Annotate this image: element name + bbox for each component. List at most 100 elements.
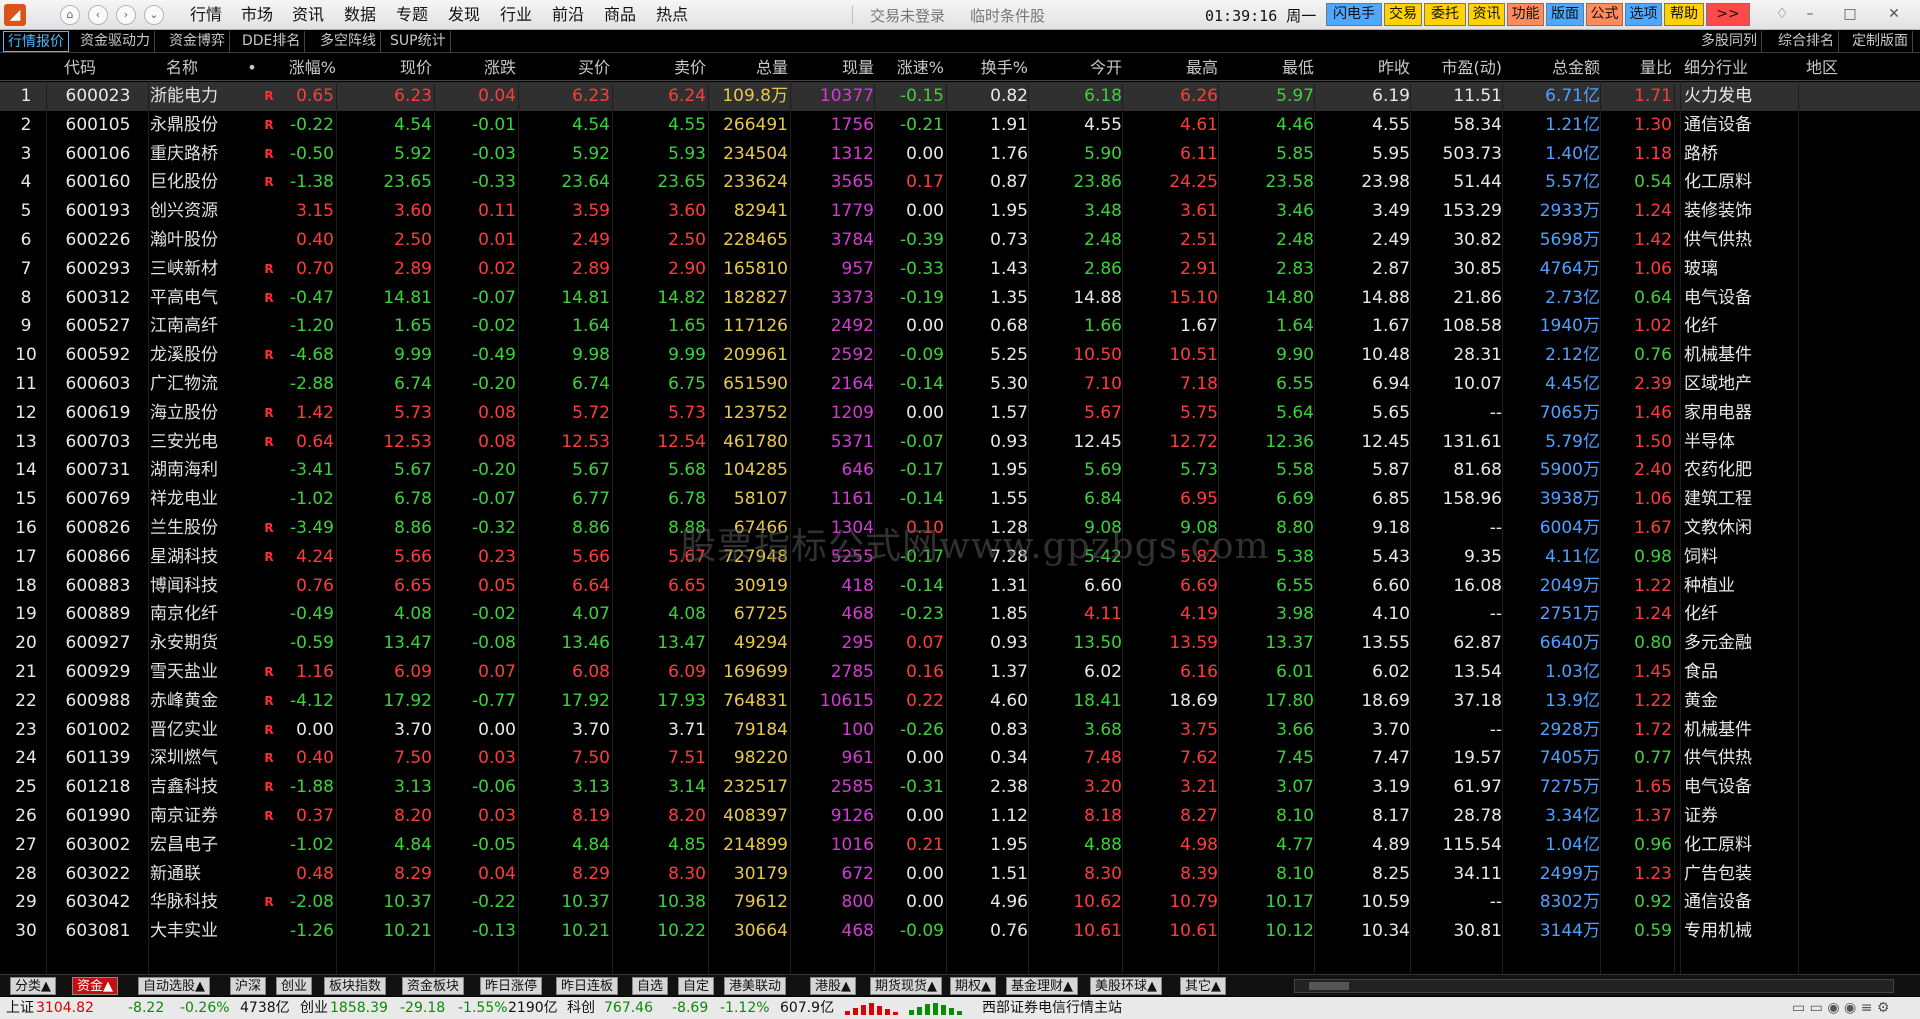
column-header-14[interactable]: 最高 (1124, 54, 1218, 81)
table-row[interactable]: 26 601990 南京证券 R 0.37 8.20 0.03 8.19 8.20 408397 9… (0, 802, 1920, 831)
bottom-tab-11[interactable]: 港美联动 (724, 977, 787, 995)
tab-2[interactable]: 资金博弈 (165, 31, 230, 52)
column-header-19[interactable]: 量比 (1602, 54, 1672, 81)
table-row[interactable]: 13 600703 三安光电 R 0.64 12.53 0.08 12.53 12.54 4617… (0, 428, 1920, 457)
menu-item-2[interactable]: 资讯 (292, 4, 324, 26)
bottom-tab-5[interactable]: 板块指数 (324, 977, 387, 995)
quick-button-7[interactable]: 选项 (1625, 3, 1662, 26)
bottom-tab-7[interactable]: 昨日涨停 (480, 977, 543, 995)
quick-button-9[interactable]: >> (1706, 3, 1750, 26)
menu-item-6[interactable]: 行业 (500, 4, 532, 26)
menu-item-8[interactable]: 商品 (604, 4, 636, 26)
tab-5[interactable]: SUP统计 (386, 31, 451, 52)
kc-index-label[interactable]: 科创 (567, 999, 595, 1017)
column-header-18[interactable]: 总金额 (1504, 54, 1600, 81)
minimize-icon[interactable]: – (1800, 4, 1820, 24)
home-icon[interactable]: ⌂ (60, 5, 80, 25)
table-row[interactable]: 19 600889 南京化纤 -0.49 4.08 -0.02 4.07 4.08 67725 4… (0, 600, 1920, 629)
quick-button-8[interactable]: 帮助 (1664, 3, 1704, 26)
table-row[interactable]: 12 600619 海立股份 R 1.42 5.73 0.08 5.72 5.73 123752 1… (0, 399, 1920, 428)
column-header-8[interactable]: 卖价 (614, 54, 706, 81)
maximize-icon[interactable]: □ (1840, 4, 1860, 24)
dropdown-icon[interactable]: ⌄ (144, 5, 164, 25)
table-row[interactable]: 27 603002 宏昌电子 -1.02 4.84 -0.05 4.84 4.85 214899… (0, 831, 1920, 860)
server-name[interactable]: 西部证券电信行情主站 (982, 999, 1122, 1017)
scrollbar-thumb[interactable] (1309, 982, 1349, 990)
column-header-5[interactable]: 现价 (338, 54, 432, 81)
table-row[interactable]: 22 600988 赤峰黄金 R -4.12 17.92 -0.77 17.92 17.93 76… (0, 687, 1920, 716)
back-icon[interactable]: ‹ (88, 5, 108, 25)
table-row[interactable]: 25 601218 吉鑫科技 R -1.88 3.13 -0.06 3.13 3.14 23251… (0, 773, 1920, 802)
bottom-tab-12[interactable]: 港股▲ (810, 977, 856, 995)
table-row[interactable]: 14 600731 湖南海利 -3.41 5.67 -0.20 5.67 5.68 104285… (0, 456, 1920, 485)
table-row[interactable]: 4 600160 巨化股份 R -1.38 23.65 -0.33 23.64 23.65 233… (0, 168, 1920, 197)
menu-item-9[interactable]: 热点 (656, 4, 688, 26)
right-tab-1[interactable]: 综合排名 (1774, 31, 1839, 52)
skin-icon[interactable]: ♢ (1772, 4, 1792, 24)
menu-item-5[interactable]: 发现 (448, 4, 480, 26)
column-header-10[interactable]: 现量 (790, 54, 874, 81)
column-header-17[interactable]: 市盈(动) (1412, 54, 1503, 81)
table-row[interactable]: 8 600312 平高电气 R -0.47 14.81 -0.07 14.81 14.82 182… (0, 284, 1920, 313)
tab-4[interactable]: 多空阵线 (316, 31, 381, 52)
menu-item-1[interactable]: 市场 (241, 4, 273, 26)
menu-item-0[interactable]: 行情 (190, 4, 222, 26)
menu-item-3[interactable]: 数据 (344, 4, 376, 26)
right-tab-0[interactable]: 多股同列 (1697, 31, 1762, 52)
cy-index-label[interactable]: 创业 (300, 999, 328, 1017)
table-row[interactable]: 21 600929 雪天盐业 R 1.16 6.09 0.07 6.08 6.09 169699 2… (0, 658, 1920, 687)
tab-1[interactable]: 资金驱动力 (76, 31, 155, 52)
quick-button-4[interactable]: 功能 (1507, 3, 1544, 26)
column-header-2[interactable]: 名称 (166, 54, 246, 81)
quick-button-0[interactable]: 闪电手 (1326, 3, 1382, 26)
close-icon[interactable]: ✕ (1884, 4, 1904, 24)
column-header-7[interactable]: 买价 (520, 54, 610, 81)
bottom-tab-14[interactable]: 期权▲ (950, 977, 996, 995)
column-header-21[interactable]: 地区 (1806, 54, 1886, 81)
table-row[interactable]: 9 600527 江南高纤 -1.20 1.65 -0.02 1.64 1.65 117126 2… (0, 312, 1920, 341)
column-header-16[interactable]: 昨收 (1316, 54, 1410, 81)
column-header-20[interactable]: 细分行业 (1684, 54, 1794, 81)
quick-button-6[interactable]: 公式 (1586, 3, 1623, 26)
table-row[interactable]: 10 600592 龙溪股份 R -4.68 9.99 -0.49 9.98 9.99 20996… (0, 341, 1920, 370)
bottom-tab-16[interactable]: 美股环球▲ (1090, 977, 1162, 995)
table-row[interactable]: 11 600603 广汇物流 -2.88 6.74 -0.20 6.74 6.75 651590… (0, 370, 1920, 399)
bottom-tab-6[interactable]: 资金板块 (402, 977, 465, 995)
table-row[interactable]: 18 600883 博闻科技 0.76 6.65 0.05 6.64 6.65 30919 418… (0, 572, 1920, 601)
column-header-6[interactable]: 涨跌 (436, 54, 516, 81)
table-row[interactable]: 1 600023 浙能电力 R 0.65 6.23 0.04 6.23 6.24 109.8万 10… (0, 82, 1920, 111)
bottom-tab-8[interactable]: 昨日连板 (556, 977, 619, 995)
bottom-tab-3[interactable]: 沪深 (230, 977, 267, 995)
quick-button-2[interactable]: 委托 (1424, 3, 1466, 26)
table-row[interactable]: 23 601002 晋亿实业 R 0.00 3.70 0.00 3.70 3.71 79184 10… (0, 716, 1920, 745)
quick-button-3[interactable]: 资讯 (1468, 3, 1505, 26)
table-row[interactable]: 6 600226 瀚叶股份 0.40 2.50 0.01 2.49 2.50 228465 378… (0, 226, 1920, 255)
table-row[interactable]: 7 600293 三峡新材 R 0.70 2.89 0.02 2.89 2.90 165810 95… (0, 255, 1920, 284)
forward-icon[interactable]: › (116, 5, 136, 25)
menu-item-7[interactable]: 前沿 (552, 4, 584, 26)
column-header-4[interactable]: 涨幅% (276, 54, 336, 81)
status-icons[interactable]: ▭ ▭ ◉ ◉ ≡ ⚙ (1792, 999, 1889, 1017)
table-row[interactable]: 15 600769 祥龙电业 -1.02 6.78 -0.07 6.77 6.78 58107 1… (0, 485, 1920, 514)
table-row[interactable]: 5 600193 创兴资源 3.15 3.60 0.11 3.59 3.60 82941 1779… (0, 197, 1920, 226)
column-header-1[interactable]: 代码 (64, 54, 124, 81)
column-header-3[interactable]: • (244, 54, 260, 81)
bottom-tab-9[interactable]: 自选 (632, 977, 669, 995)
bottom-tab-10[interactable]: 自定 (678, 977, 715, 995)
menu-item-4[interactable]: 专题 (396, 4, 428, 26)
horizontal-scrollbar[interactable] (1294, 979, 1894, 993)
bottom-tab-17[interactable]: 其它▲ (1180, 977, 1226, 995)
column-header-12[interactable]: 换手% (946, 54, 1028, 81)
right-tab-2[interactable]: 定制版面 (1848, 31, 1913, 52)
bottom-tab-2[interactable]: 自动选股▲ (138, 977, 210, 995)
table-row[interactable]: 3 600106 重庆路桥 R -0.50 5.92 -0.03 5.92 5.93 234504… (0, 140, 1920, 169)
table-row[interactable]: 28 603022 新通联 0.48 8.29 0.04 8.29 8.30 30179 672 0… (0, 860, 1920, 889)
table-row[interactable]: 24 601139 深圳燃气 R 0.40 7.50 0.03 7.50 7.51 98220 96… (0, 744, 1920, 773)
tab-0[interactable]: 行情报价 (3, 31, 69, 52)
column-header-11[interactable]: 涨速% (876, 54, 944, 81)
column-header-15[interactable]: 最低 (1220, 54, 1314, 81)
bottom-tab-13[interactable]: 期货现货▲ (870, 977, 942, 995)
condition-stock-status[interactable]: 临时条件股 (970, 5, 1045, 26)
table-row[interactable]: 2 600105 永鼎股份 R -0.22 4.54 -0.01 4.54 4.55 266491… (0, 111, 1920, 140)
table-row[interactable]: 20 600927 永安期货 -0.59 13.47 -0.08 13.46 13.47 492… (0, 629, 1920, 658)
